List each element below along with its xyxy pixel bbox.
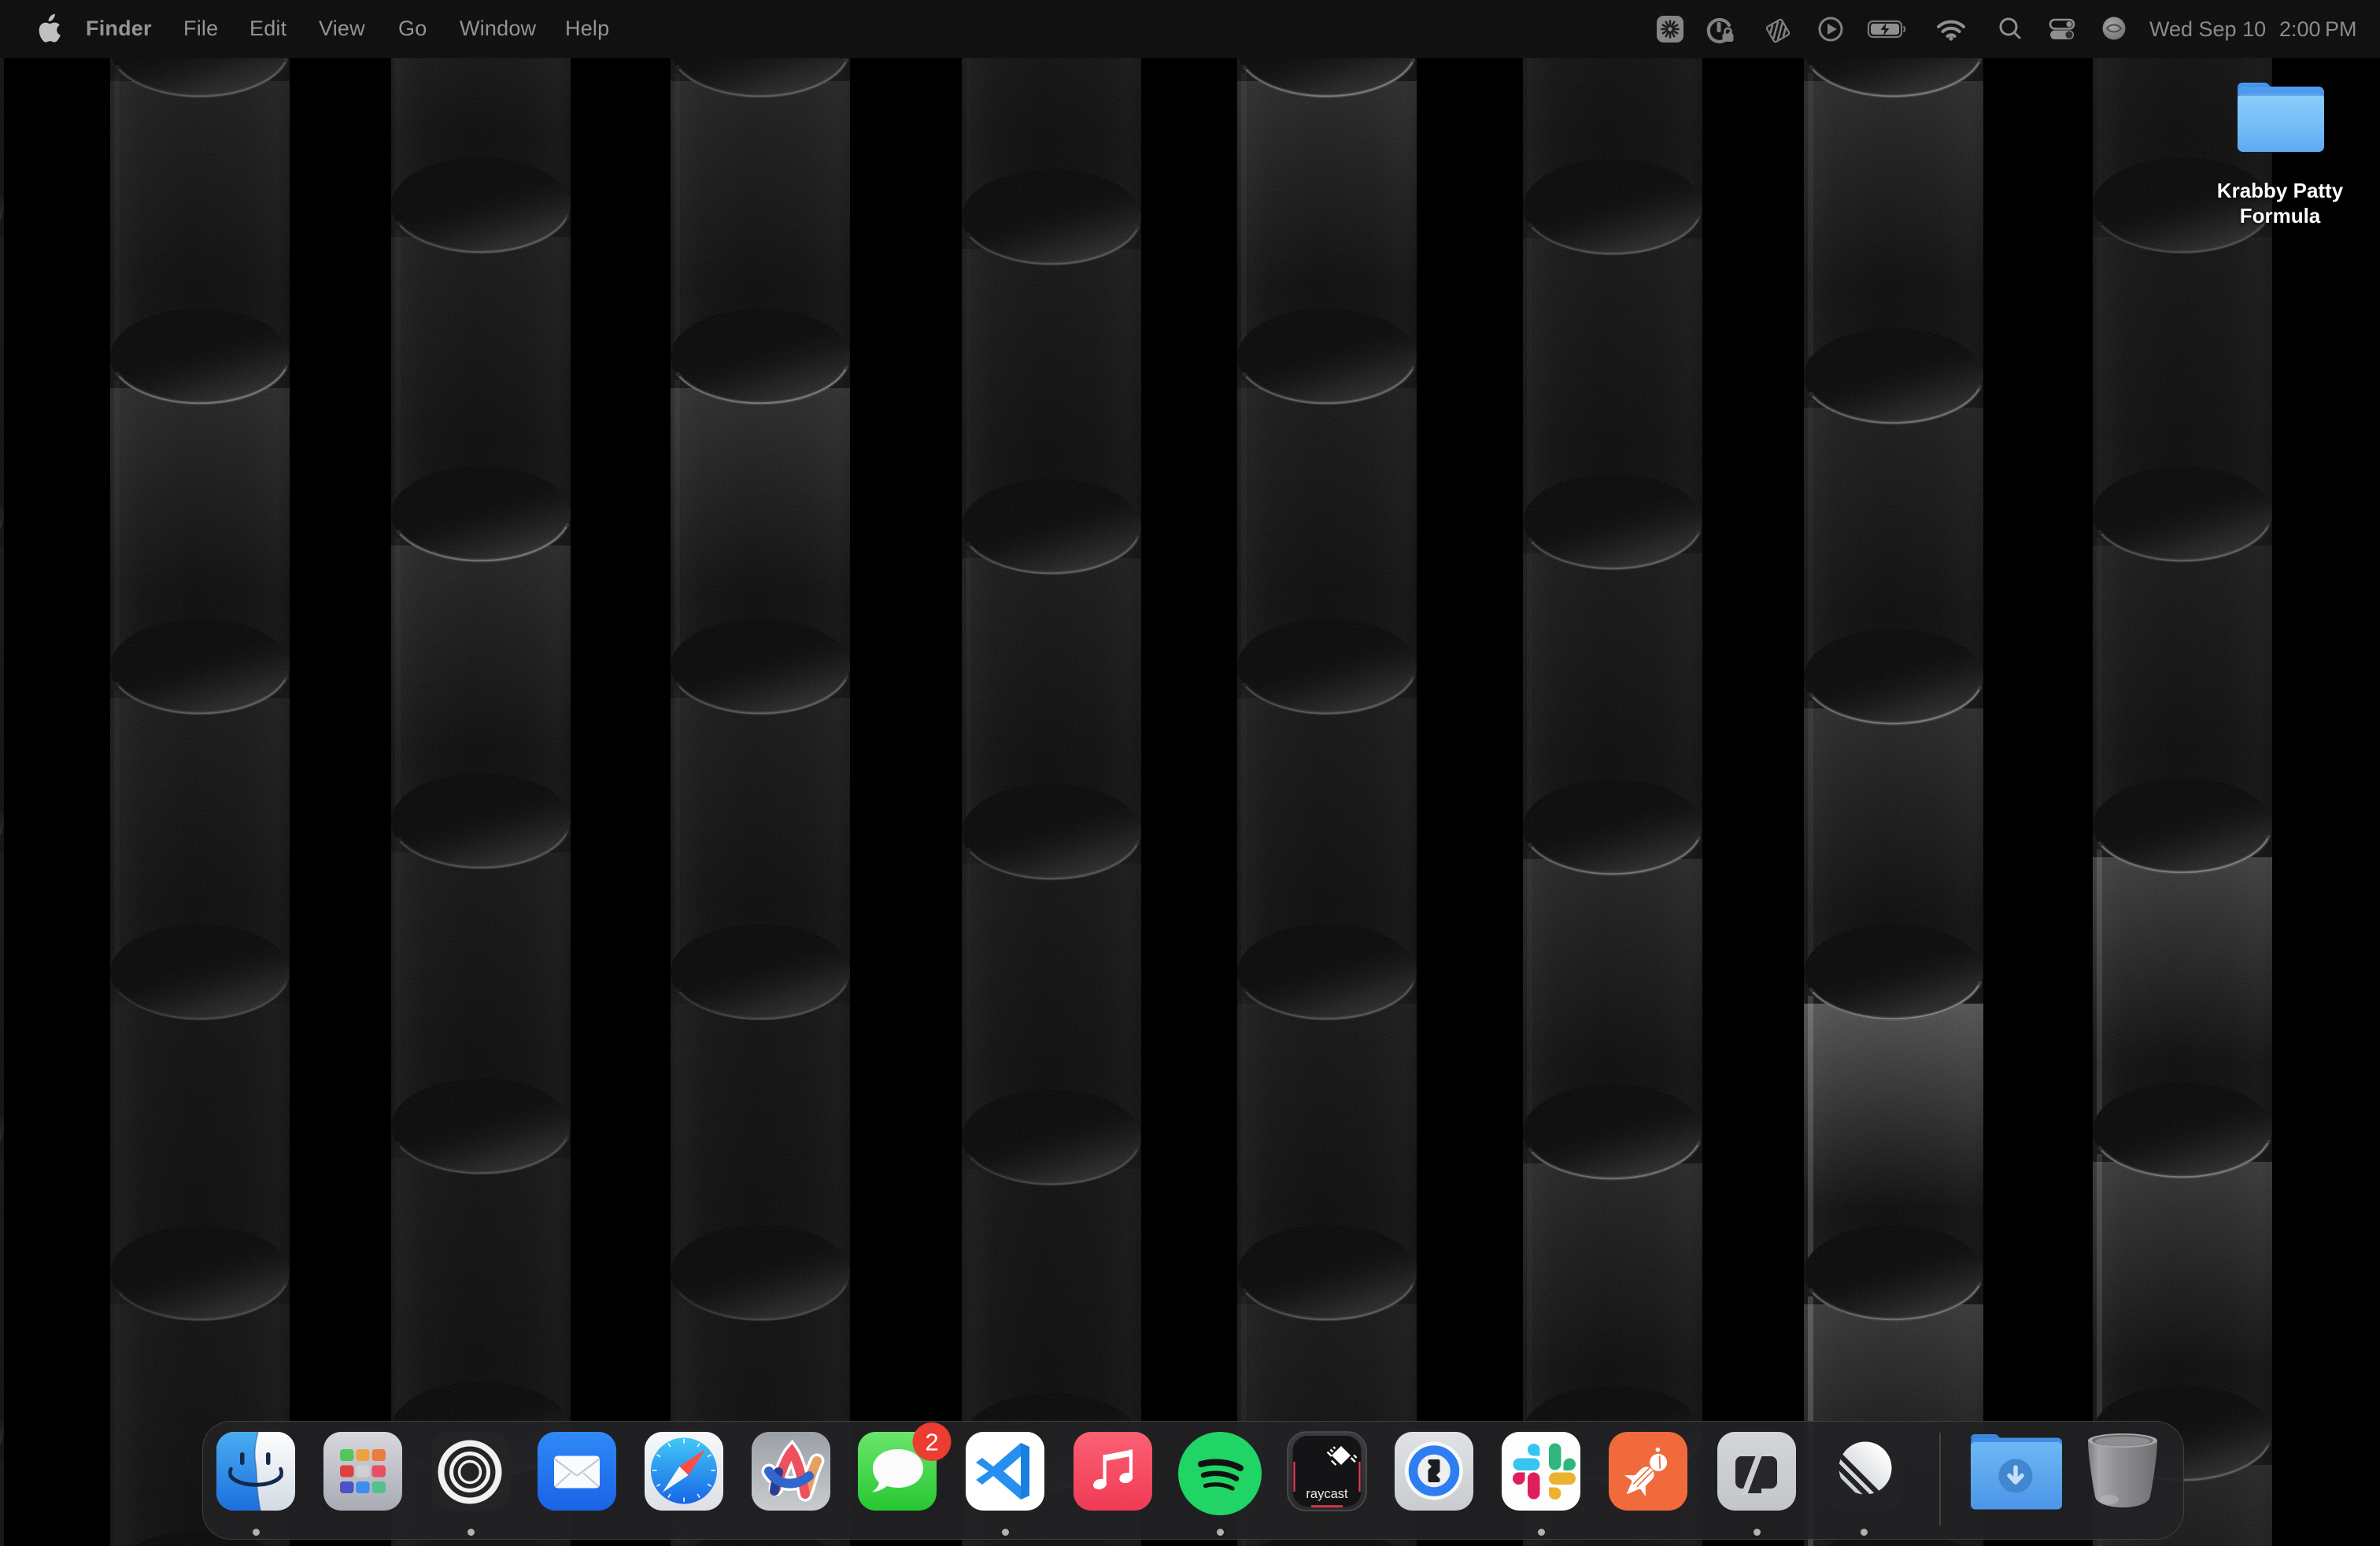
svg-text:raycast: raycast bbox=[1306, 1487, 1348, 1501]
svg-text:2: 2 bbox=[925, 1429, 938, 1456]
